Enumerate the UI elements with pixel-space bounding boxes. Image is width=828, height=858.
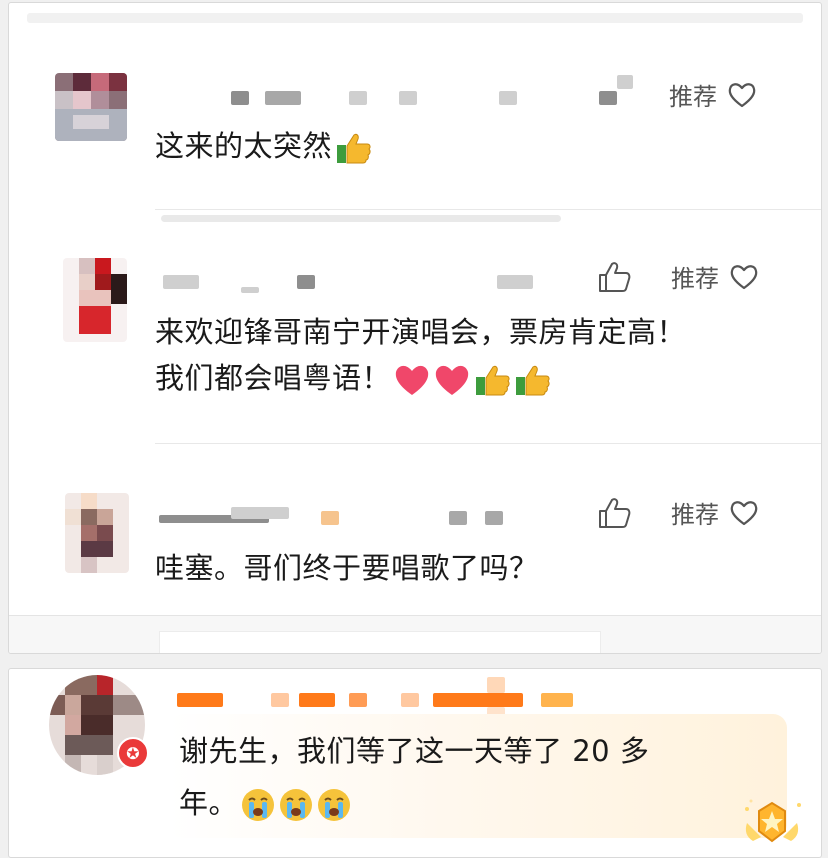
username-blurred[interactable] <box>231 91 249 105</box>
heart-icon <box>730 500 758 525</box>
comment-text: 来欢迎锋哥南宁开演唱会，票房肯定高！ 我们都会唱粤语！ <box>155 309 686 401</box>
recommend-button[interactable]: 推荐 <box>671 259 759 294</box>
recommend-button[interactable]: 推荐 <box>669 77 757 112</box>
thumbs-up-emoji <box>516 365 550 396</box>
avatar[interactable] <box>55 73 127 141</box>
verified-v-icon: ✪ <box>117 737 149 769</box>
crying-face-emoji <box>242 789 275 821</box>
avatar[interactable] <box>65 493 129 573</box>
recommend-label: 推荐 <box>671 265 719 293</box>
top-blurred-bar <box>27 13 803 23</box>
thumbs-up-emoji <box>476 365 510 396</box>
thumbs-up-icon <box>599 497 631 528</box>
like-button[interactable] <box>597 497 631 529</box>
username-blurred[interactable] <box>163 275 199 289</box>
divider-shadow <box>161 215 561 222</box>
heart-emoji <box>395 365 429 395</box>
crown-medal-icon <box>745 799 801 843</box>
avatar[interactable] <box>63 258 127 342</box>
thumbs-up-emoji <box>337 133 371 164</box>
comment-text: 谢先生，我们等了这一天等了 20 多 年。 <box>179 725 739 829</box>
thumbs-up-icon <box>599 261 631 292</box>
like-button[interactable] <box>597 261 631 293</box>
comment-text: 这来的太突然 <box>155 123 372 169</box>
recommend-button[interactable]: 推荐 <box>671 495 759 530</box>
crying-face-emoji <box>318 789 351 821</box>
comment-card: 推荐 这来的太突然 推荐 来欢迎锋哥南宁开演唱会，票房肯定高！ 我们都会唱粤语！ <box>8 2 822 654</box>
username-blurred[interactable] <box>177 693 223 707</box>
reply-placeholder[interactable] <box>159 631 601 653</box>
comment-text: 哇塞。哥们终于要唱歌了吗？ <box>155 551 539 585</box>
heart-emoji <box>435 365 469 395</box>
heart-icon <box>730 264 758 289</box>
heart-icon <box>728 82 756 107</box>
featured-comment-card: ✪ 谢先生，我们等了这一天等了 20 多 年。 <box>8 668 822 858</box>
recommend-label: 推荐 <box>669 83 717 111</box>
crying-face-emoji <box>280 789 313 821</box>
recommend-label: 推荐 <box>671 501 719 529</box>
